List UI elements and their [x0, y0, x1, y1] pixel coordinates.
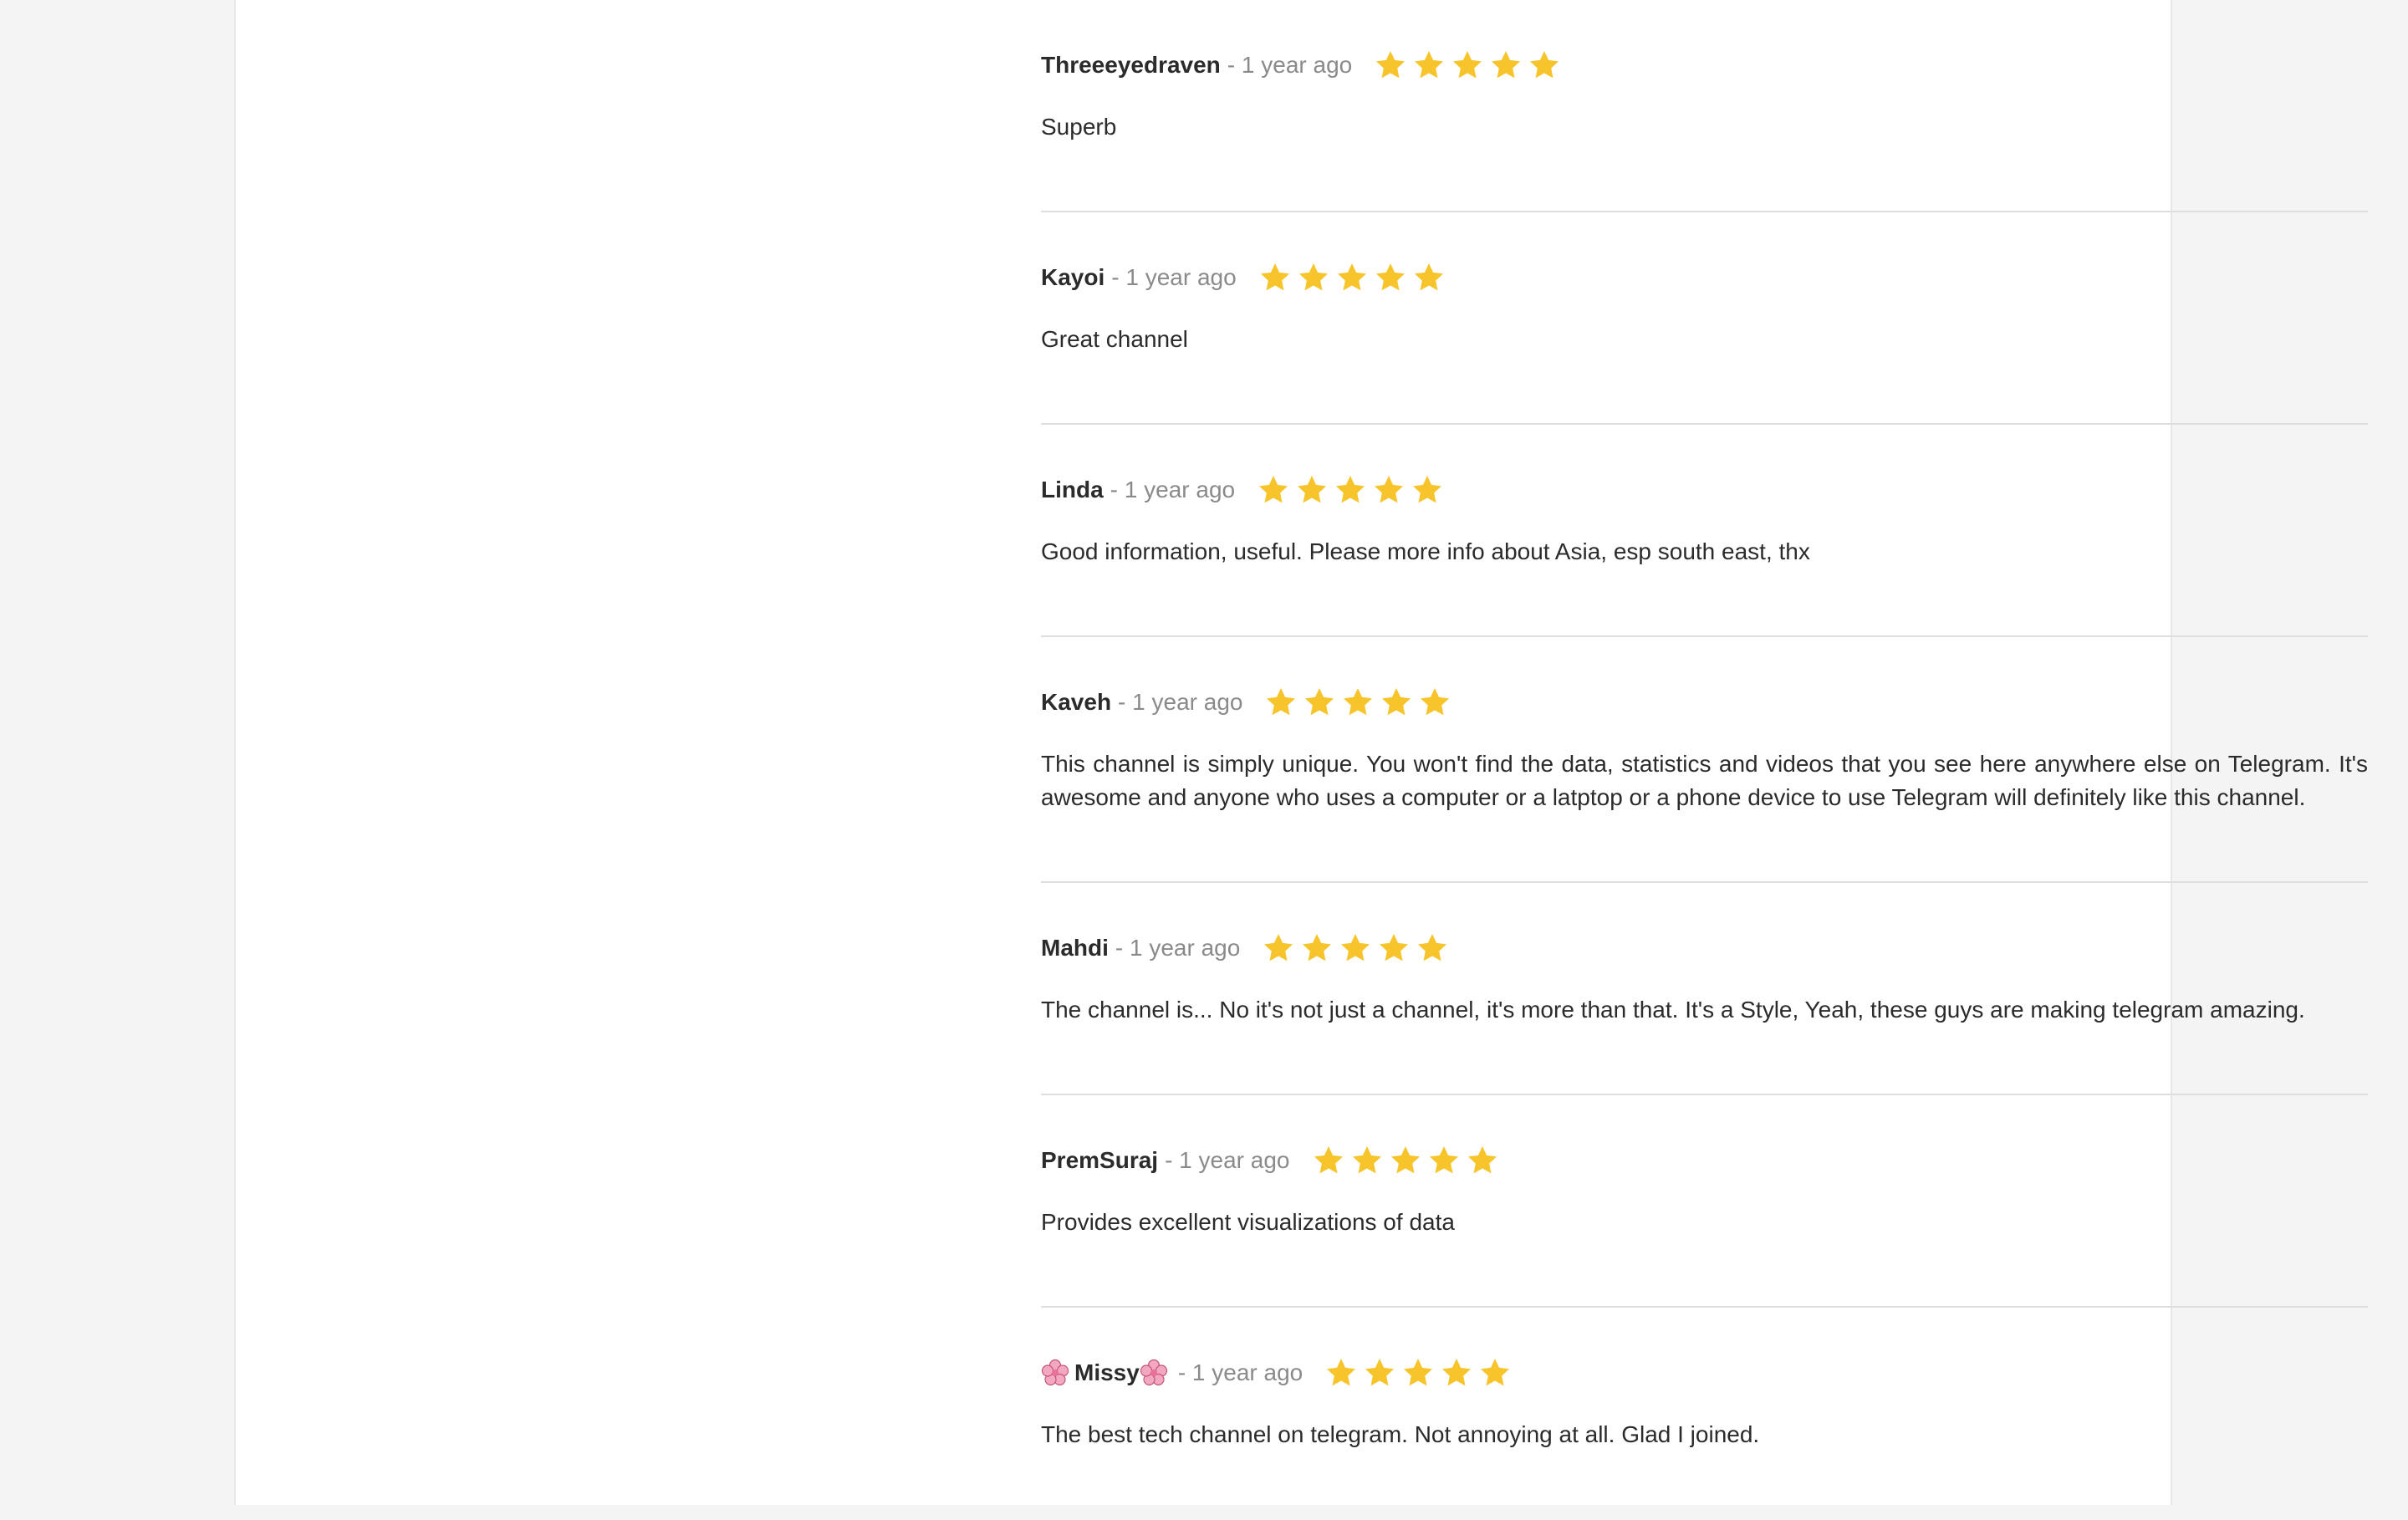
star-icon	[1312, 1144, 1350, 1177]
review-author: Kayoi	[1041, 264, 1105, 290]
star-icon	[1262, 931, 1300, 965]
reviews-list: Threeeyedraven - 1 year ago Superb Kayoi…	[1041, 0, 2368, 1520]
star-rating	[1262, 931, 1454, 965]
review-item: PremSuraj - 1 year ago Provides excellen…	[1041, 1095, 2368, 1308]
star-icon	[1324, 1356, 1363, 1390]
star-icon	[1350, 1144, 1389, 1177]
star-icon	[1374, 261, 1412, 294]
review-header: Missy - 1 year ago	[1041, 1356, 1517, 1390]
review-item: Missy - 1 year ago The best tech channel…	[1041, 1308, 2368, 1520]
star-icon	[1374, 48, 1412, 82]
review-time: - 1 year ago	[1118, 689, 1243, 715]
review-author: PremSuraj	[1041, 1147, 1159, 1173]
star-rating	[1258, 261, 1451, 294]
star-icon	[1363, 1356, 1401, 1390]
star-icon	[1418, 686, 1457, 719]
star-icon	[1372, 473, 1411, 507]
review-text: The channel is... No it's not just a cha…	[1041, 997, 2305, 1023]
review-text: Great channel	[1041, 326, 1188, 352]
star-rating	[1324, 1356, 1517, 1390]
review-time: - 1 year ago	[1111, 264, 1237, 290]
page-container: Threeeyedraven - 1 year ago Superb Kayoi…	[234, 0, 2368, 1505]
star-rating	[1257, 473, 1449, 507]
review-author: Linda	[1041, 477, 1104, 502]
review-author: Threeeyedraven	[1041, 52, 1221, 78]
review-header: Kayoi - 1 year ago	[1041, 261, 1451, 294]
star-icon	[1297, 261, 1335, 294]
review-text: This channel is simply unique. You won't…	[1041, 751, 2368, 810]
star-icon	[1335, 261, 1374, 294]
review-header: Kaveh - 1 year ago	[1041, 686, 1457, 719]
star-icon	[1427, 1144, 1466, 1177]
review-header: Linda - 1 year ago	[1041, 473, 1449, 507]
star-icon	[1528, 48, 1566, 82]
star-rating	[1374, 48, 1566, 82]
star-icon	[1411, 473, 1449, 507]
star-icon	[1339, 931, 1377, 965]
star-icon	[1380, 686, 1418, 719]
review-time: - 1 year ago	[1115, 935, 1241, 961]
cherry-blossom-icon	[1041, 1359, 1069, 1387]
review-text: The best tech channel on telegram. Not a…	[1041, 1421, 1760, 1447]
review-item: Linda - 1 year ago Good information, use…	[1041, 425, 2368, 637]
star-icon	[1300, 931, 1339, 965]
star-icon	[1258, 261, 1297, 294]
review-text: Provides excellent visualizations of dat…	[1041, 1209, 1455, 1235]
star-icon	[1377, 931, 1416, 965]
review-item: Mahdi - 1 year ago The channel is... No …	[1041, 883, 2368, 1095]
star-icon	[1341, 686, 1380, 719]
star-icon	[1257, 473, 1295, 507]
star-icon	[1389, 1144, 1427, 1177]
star-icon	[1489, 48, 1528, 82]
review-author: Missy	[1074, 1359, 1140, 1385]
review-text: Superb	[1041, 114, 1117, 140]
star-icon	[1264, 686, 1303, 719]
star-icon	[1412, 261, 1451, 294]
review-time: - 1 year ago	[1227, 52, 1353, 78]
review-header: Mahdi - 1 year ago	[1041, 931, 1454, 965]
review-header: Threeeyedraven - 1 year ago	[1041, 48, 1566, 82]
star-icon	[1334, 473, 1372, 507]
review-time: - 1 year ago	[1177, 1359, 1303, 1385]
review-item: Kayoi - 1 year ago Great channel	[1041, 212, 2368, 425]
star-icon	[1478, 1356, 1517, 1390]
review-item: Threeeyedraven - 1 year ago Superb	[1041, 0, 2368, 212]
star-icon	[1412, 48, 1451, 82]
star-icon	[1295, 473, 1334, 507]
star-icon	[1416, 931, 1454, 965]
review-time: - 1 year ago	[1110, 477, 1236, 502]
review-author: Mahdi	[1041, 935, 1109, 961]
star-rating	[1312, 1144, 1504, 1177]
review-author-wrapper: Missy	[1041, 1359, 1168, 1387]
review-author: Kaveh	[1041, 689, 1112, 715]
star-icon	[1451, 48, 1489, 82]
star-rating	[1264, 686, 1457, 719]
review-time: - 1 year ago	[1165, 1147, 1290, 1173]
star-icon	[1303, 686, 1341, 719]
star-icon	[1440, 1356, 1478, 1390]
review-header: PremSuraj - 1 year ago	[1041, 1144, 1504, 1177]
cherry-blossom-icon	[1140, 1359, 1168, 1387]
star-icon	[1466, 1144, 1504, 1177]
review-text: Good information, useful. Please more in…	[1041, 538, 1810, 564]
star-icon	[1401, 1356, 1440, 1390]
review-item: Kaveh - 1 year ago This channel is simpl…	[1041, 637, 2368, 883]
